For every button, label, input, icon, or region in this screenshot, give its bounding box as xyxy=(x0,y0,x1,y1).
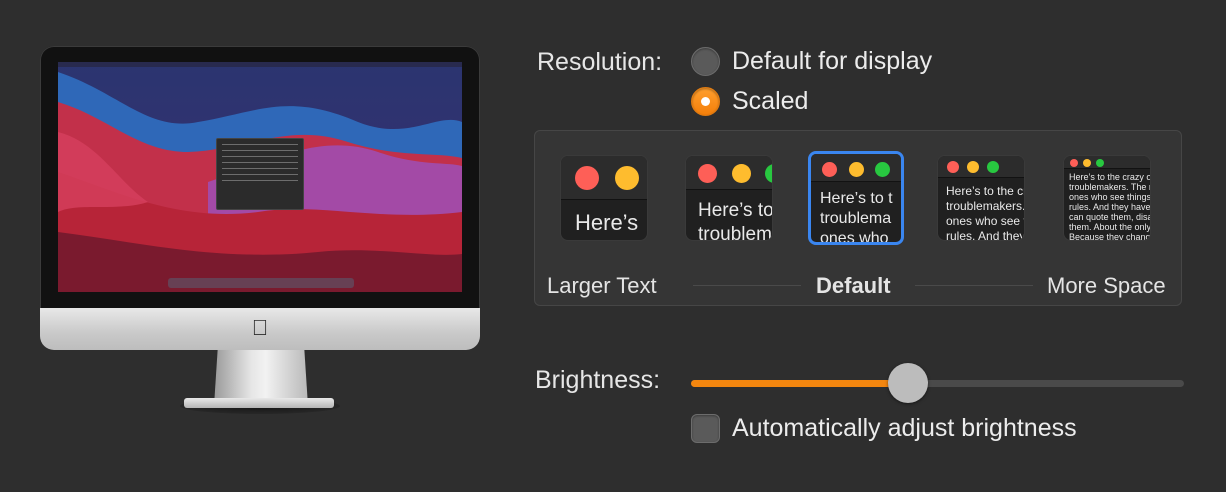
sample-text-line: ones who xyxy=(820,230,889,245)
sample-text-line: troublema xyxy=(820,210,892,227)
brightness-slider-knob[interactable] xyxy=(888,363,928,403)
sample-text-line: ones who see t xyxy=(946,214,1025,228)
sample-text-line: can quote them, disagre xyxy=(1069,212,1150,222)
mini-text-line xyxy=(222,168,298,169)
sample-text-line: Because they change th xyxy=(1069,232,1151,241)
minimize-dot-icon xyxy=(732,164,751,183)
imac-foot xyxy=(184,398,334,408)
sample-text-line: ones who see things dif xyxy=(1069,192,1151,202)
brightness-slider-fill xyxy=(691,380,908,387)
close-dot-icon xyxy=(947,161,959,173)
radio-label: Scaled xyxy=(732,87,809,115)
auto-brightness-checkbox[interactable] xyxy=(691,414,720,443)
scale-divider xyxy=(693,285,801,286)
sample-text-line: Here’s to t xyxy=(820,190,893,207)
scale-divider xyxy=(915,285,1033,286)
apple-logo-icon:  xyxy=(250,316,270,340)
larger-text-label: Larger Text xyxy=(547,273,657,298)
scale-option-default[interactable]: Here’s to t troublema ones who xyxy=(808,151,904,245)
mini-text-line xyxy=(222,144,298,145)
auto-brightness-option[interactable]: Automatically adjust brightness xyxy=(691,414,1077,443)
brightness-label: Brightness: xyxy=(535,366,661,394)
zoom-dot-icon xyxy=(875,162,890,177)
scale-option-larger-text[interactable]: Here’s xyxy=(560,155,648,241)
mini-text-line xyxy=(222,180,298,181)
more-space-label: More Space xyxy=(1047,273,1166,298)
minimize-dot-icon xyxy=(967,161,979,173)
scale-option-2[interactable]: Here’s to troublem xyxy=(685,155,773,241)
brightness-slider[interactable] xyxy=(691,363,1184,403)
sample-text-line: Here’s to the cr xyxy=(946,184,1025,198)
sample-text-line: troublemakers. The rou xyxy=(1069,182,1150,192)
sample-text-line: troublem xyxy=(698,224,772,241)
sample-text: Here’s xyxy=(575,210,639,235)
close-dot-icon xyxy=(822,162,837,177)
close-dot-icon xyxy=(575,166,599,190)
mini-dock xyxy=(168,278,354,288)
close-dot-icon xyxy=(698,164,717,183)
sample-text-line: rules. And they have no xyxy=(1069,202,1151,212)
resolution-label: Resolution: xyxy=(537,48,663,76)
radio-button[interactable] xyxy=(691,47,720,76)
zoom-dot-icon xyxy=(987,161,999,173)
display-illustration:  xyxy=(40,46,480,416)
sample-text-line: rules. And they xyxy=(946,229,1025,241)
zoom-dot-icon xyxy=(1096,159,1104,167)
radio-button-selected[interactable] xyxy=(691,87,720,116)
minimize-dot-icon xyxy=(849,162,864,177)
mini-text-line xyxy=(222,156,298,157)
mini-text-line xyxy=(222,162,298,163)
default-label: Default xyxy=(816,273,891,298)
close-dot-icon xyxy=(1070,159,1078,167)
menu-bar xyxy=(58,62,462,67)
mini-text-window xyxy=(216,138,304,210)
scaling-options-panel: Here’s Here’s to troublem Here’s to t tr… xyxy=(534,130,1182,306)
scale-option-4[interactable]: Here’s to the cr troublemakers. ones who… xyxy=(937,155,1025,241)
mini-text-line xyxy=(222,150,298,151)
scale-option-more-space[interactable]: Here’s to the crazy one troublemakers. T… xyxy=(1063,155,1151,241)
auto-brightness-label: Automatically adjust brightness xyxy=(732,414,1077,442)
imac-screen-wallpaper xyxy=(58,62,462,292)
sample-text-line: them. About the only th xyxy=(1069,222,1151,232)
imac-body:  xyxy=(40,46,480,350)
minimize-dot-icon xyxy=(615,166,639,190)
sample-text-line: troublemakers. xyxy=(946,199,1025,213)
minimize-dot-icon xyxy=(1083,159,1091,167)
sample-text-line: Here’s to xyxy=(698,200,773,221)
radio-label: Default for display xyxy=(732,47,933,75)
sample-text-line: Here’s to the crazy one xyxy=(1069,172,1151,182)
radio-scaled[interactable]: Scaled xyxy=(691,87,808,116)
radio-default-for-display[interactable]: Default for display xyxy=(691,47,932,76)
mini-text-line xyxy=(222,174,298,175)
